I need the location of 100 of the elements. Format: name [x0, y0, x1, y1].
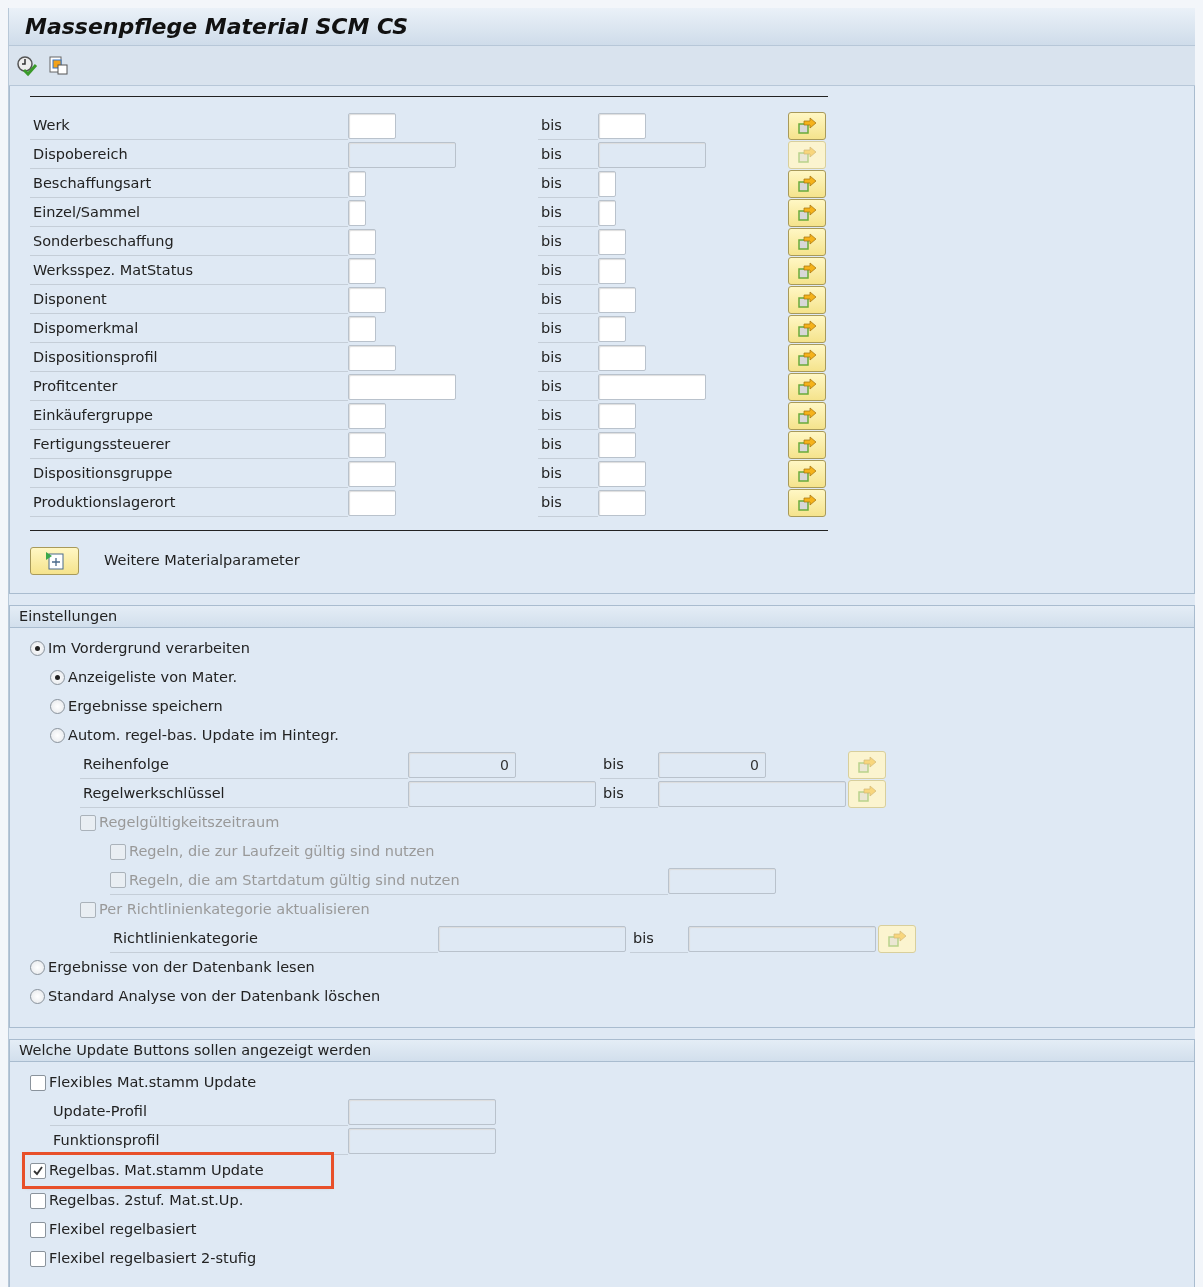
multiple-selection-button[interactable] — [788, 285, 826, 314]
field-label: Fertigungssteuerer — [30, 430, 348, 459]
arrow-icon — [887, 929, 907, 948]
field-label: Reihenfolge — [80, 750, 408, 779]
field-label: Richtlinienkategorie — [110, 924, 438, 953]
field-label: Dispomerkmal — [30, 314, 348, 343]
window-title: Massenpflege Material SCM CS — [9, 8, 1195, 46]
input-field[interactable] — [348, 489, 396, 516]
field-label: Disponent — [30, 285, 348, 314]
field-label: Werksspez. MatStatus — [30, 256, 348, 285]
option-label: Flexibel regelbasiert — [49, 1219, 197, 1239]
input-field[interactable] — [598, 344, 646, 371]
checkbox[interactable] — [30, 1074, 46, 1091]
section-header: Welche Update Buttons sollen angezeigt werden — [10, 1040, 1194, 1062]
field-label: Dispositionsprofil — [30, 343, 348, 372]
option-label: Regelgültigkeitszeitraum — [99, 812, 280, 832]
option-label: Anzeigeliste von Mater. — [68, 667, 238, 687]
input-field[interactable] — [598, 257, 626, 284]
arrow-icon — [797, 406, 817, 425]
multiple-selection-button[interactable] — [788, 227, 826, 256]
multiple-selection-button[interactable] — [788, 488, 826, 517]
radio-button[interactable] — [30, 989, 45, 1004]
input-field[interactable] — [348, 199, 366, 226]
input-field[interactable] — [598, 199, 616, 226]
more-parameters-label: Weitere Materialparameter — [104, 551, 300, 571]
field-label: Beschaffungsart — [30, 169, 348, 198]
arrow-icon — [857, 755, 877, 774]
radio-button[interactable] — [50, 699, 65, 714]
input-field[interactable] — [348, 460, 396, 487]
checkbox[interactable] — [30, 1250, 46, 1267]
checkbox[interactable] — [30, 1192, 46, 1209]
field-label: Einkäufergruppe — [30, 401, 348, 430]
input-field[interactable] — [598, 228, 626, 255]
option-label: Flexibel regelbasiert 2-stufig — [49, 1248, 257, 1268]
input-field[interactable] — [348, 228, 376, 255]
field-label: Regelwerkschlüssel — [80, 779, 408, 808]
arrow-icon — [797, 319, 817, 338]
multiple-selection-button[interactable] — [788, 198, 826, 227]
multiple-selection-button[interactable] — [788, 169, 826, 198]
multiple-selection-button[interactable] — [788, 459, 826, 488]
field-label: Produktionslagerort — [30, 488, 348, 517]
multiple-selection-button[interactable] — [788, 430, 826, 459]
arrow-icon — [797, 116, 817, 135]
input-field[interactable] — [348, 344, 396, 371]
more-parameters-button[interactable] — [30, 547, 79, 575]
input-field[interactable] — [598, 373, 706, 400]
execute-clock-icon[interactable] — [16, 54, 38, 77]
input-field[interactable] — [598, 431, 636, 458]
input-field[interactable] — [598, 460, 646, 487]
multiple-selection-button[interactable] — [788, 314, 826, 343]
input-field[interactable] — [348, 170, 366, 197]
option-label: Per Richtlinienkategorie aktualisieren — [99, 899, 370, 919]
field-label: Dispobereich — [30, 140, 348, 169]
arrow-icon — [797, 464, 817, 483]
option-label: Ergebnisse von der Datenbank lesen — [48, 957, 315, 977]
arrow-icon — [797, 174, 817, 193]
arrow-icon — [797, 290, 817, 309]
input-field[interactable] — [598, 315, 626, 342]
multiple-selection-button[interactable] — [788, 256, 826, 285]
input-field[interactable] — [348, 112, 396, 139]
option-label: Regelbas. Mat.stamm Update — [49, 1160, 264, 1180]
input-field[interactable] — [348, 315, 376, 342]
radio-button[interactable] — [30, 641, 45, 656]
field-label: Dispositionsgruppe — [30, 459, 348, 488]
input-field[interactable] — [348, 431, 386, 458]
input-field[interactable] — [598, 170, 616, 197]
multiple-selection-button[interactable] — [788, 372, 826, 401]
field-label: Update-Profil — [50, 1097, 348, 1126]
field-label: Einzel/Sammel — [30, 198, 348, 227]
option-label: Autom. regel-bas. Update im Hintegr. — [68, 725, 339, 745]
input-field[interactable] — [348, 402, 386, 429]
checkbox[interactable] — [30, 1221, 46, 1238]
input-field[interactable] — [598, 489, 646, 516]
checkbox[interactable] — [30, 1162, 46, 1179]
field-label: Profitcenter — [30, 372, 348, 401]
option-label: Flexibles Mat.stamm Update — [49, 1072, 257, 1092]
multiple-selection-button[interactable] — [788, 401, 826, 430]
input-field[interactable] — [598, 402, 636, 429]
input-field[interactable] — [348, 286, 386, 313]
input-field[interactable] — [348, 257, 376, 284]
field-label: Werk — [30, 111, 348, 140]
copy-icon[interactable] — [48, 54, 70, 77]
arrow-icon — [797, 348, 817, 367]
multiple-selection-button[interactable] — [788, 111, 826, 140]
radio-button[interactable] — [30, 960, 45, 975]
radio-button[interactable] — [50, 670, 65, 685]
option-label: Regeln, die zur Laufzeit gültig sind nutzen — [129, 841, 435, 861]
input-field[interactable] — [598, 112, 646, 139]
input-field[interactable] — [348, 373, 456, 400]
multiple-selection-button[interactable] — [788, 343, 826, 372]
arrow-icon — [797, 145, 817, 164]
option-label: Im Vordergrund verarbeiten — [48, 638, 250, 658]
input-field[interactable] — [598, 286, 636, 313]
radio-button[interactable] — [50, 728, 65, 743]
field-label: Sonderbeschaffung — [30, 227, 348, 256]
option-label: Regeln, die am Startdatum gültig sind nutzen — [129, 870, 460, 890]
arrow-icon — [797, 377, 817, 396]
option-label: Standard Analyse von der Datenbank löschen — [48, 986, 381, 1006]
add-list-icon — [43, 551, 66, 571]
section-header: Einstellungen — [10, 606, 1194, 628]
